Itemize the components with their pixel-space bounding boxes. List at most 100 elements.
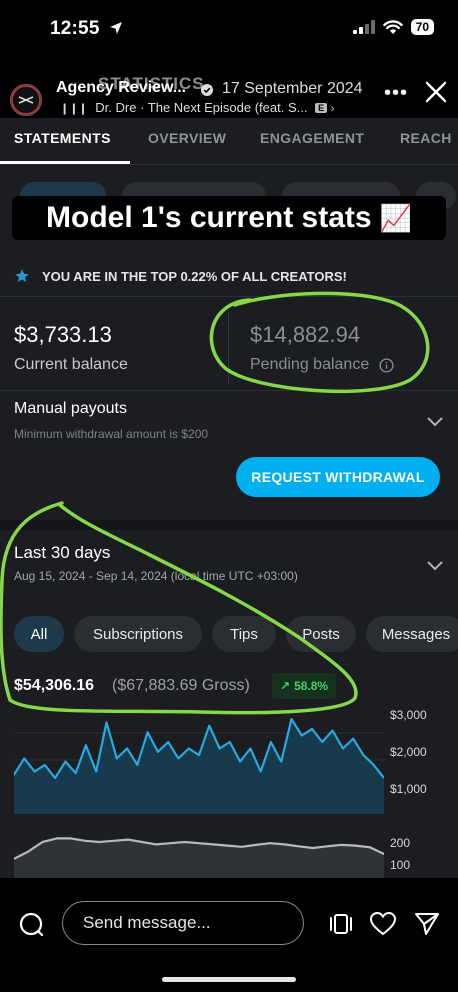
data-point: [187, 747, 190, 750]
data-point: [269, 842, 271, 844]
star-icon: [15, 269, 29, 282]
home-indicator: [162, 977, 296, 982]
music-title: Dr. Dre · The Next Episode (feat. S...: [95, 100, 308, 115]
data-point: [177, 757, 180, 760]
period-title[interactable]: Last 30 days: [14, 543, 110, 563]
data-point: [183, 841, 186, 843]
heart-icon: [370, 912, 396, 936]
story-text-overlay: Model 1's current stats 📈: [12, 196, 446, 240]
data-point: [297, 845, 300, 848]
tab-overview[interactable]: OVERVIEW: [148, 130, 226, 146]
manual-payouts-title[interactable]: Manual payouts: [14, 400, 127, 418]
balance-divider: [228, 312, 229, 384]
wifi-icon: [382, 19, 403, 34]
subscribers-chart: [14, 837, 384, 878]
story-music[interactable]: ❙❙❙ Dr. Dre · The Next Episode (feat. S.…: [60, 100, 334, 115]
camera-button[interactable]: [16, 909, 46, 939]
data-point: [27, 850, 30, 853]
filter-chip-messages[interactable]: Messages: [366, 616, 458, 652]
tab-reach[interactable]: REACH: [400, 130, 452, 146]
data-point: [169, 842, 172, 844]
data-point: [283, 843, 286, 846]
filter-chip-tips[interactable]: Tips: [212, 616, 276, 652]
music-bars-icon: ❙❙❙: [60, 103, 88, 115]
data-point: [208, 724, 211, 727]
data-point: [98, 841, 101, 843]
pending-balance-amount: $14,882.94: [250, 322, 361, 347]
data-point: [218, 747, 221, 750]
data-point: [157, 751, 159, 753]
data-point: [259, 770, 262, 773]
tab-engagement[interactable]: ENGAGEMENT: [260, 130, 364, 146]
y-tick-label: $1,000: [390, 782, 427, 796]
data-point: [372, 764, 375, 766]
story-username[interactable]: Agency Review...: [56, 79, 186, 97]
chevron-down-icon[interactable]: [426, 560, 444, 572]
data-point: [311, 728, 313, 730]
data-point: [44, 764, 46, 766]
data-point: [270, 741, 272, 743]
top-creators-text: YOU ARE IN THE TOP 0.22% OF ALL CREATORS…: [42, 268, 347, 284]
data-point: [354, 844, 357, 847]
divider: [0, 296, 458, 297]
data-point: [226, 844, 229, 847]
data-point: [84, 840, 86, 842]
status-indicators: 70: [352, 19, 434, 35]
data-point: [41, 841, 44, 843]
current-balance-label: Current balance: [14, 356, 128, 373]
divider: [0, 390, 458, 391]
data-point: [362, 754, 365, 756]
growth-value: 58.8%: [294, 679, 329, 693]
close-story-button[interactable]: [424, 80, 448, 109]
story-date: 17 September 2024: [222, 80, 363, 97]
data-point: [321, 741, 324, 743]
request-withdrawal-button[interactable]: REQUEST WITHDRAWAL: [236, 457, 440, 497]
explicit-badge: E: [315, 103, 328, 113]
data-point: [74, 772, 77, 774]
status-time-text: 12:55: [50, 18, 100, 39]
data-point: [326, 845, 328, 848]
trend-up-icon: ↗: [280, 679, 291, 693]
data-point: [70, 837, 72, 840]
data-point: [23, 757, 26, 760]
like-button[interactable]: [368, 909, 398, 939]
story-chain-button[interactable]: [326, 909, 356, 939]
filter-chip-subscriptions[interactable]: Subscriptions: [74, 616, 202, 652]
net-earnings: $54,306.16: [14, 677, 95, 694]
data-point: [239, 760, 241, 763]
data-point: [55, 837, 58, 840]
chevron-down-icon[interactable]: [426, 416, 444, 428]
pending-balance: $14,882.94 Pending balance: [250, 322, 394, 374]
share-button[interactable]: [412, 909, 442, 939]
filter-chip-all[interactable]: All: [14, 616, 64, 652]
y-tick-label: $2,000: [390, 745, 427, 759]
chevron-right-icon: ›: [330, 103, 335, 115]
data-point: [198, 842, 200, 844]
filter-chip-posts[interactable]: Posts: [286, 616, 356, 652]
send-message-input[interactable]: [62, 901, 304, 945]
data-point: [342, 747, 344, 750]
data-point: [115, 757, 118, 760]
data-point: [33, 770, 36, 773]
data-point: [167, 741, 169, 743]
data-point: [141, 841, 143, 843]
cellular-signal-icon: [352, 20, 375, 34]
earnings-chart: [14, 718, 384, 814]
search-bubble-icon: [19, 912, 44, 937]
data-point: [198, 754, 200, 756]
data-point: [212, 843, 215, 846]
manual-payouts-subtitle: Minimum withdrawal amount is $200: [14, 427, 209, 441]
tab-statements[interactable]: STATEMENTS: [14, 130, 111, 146]
data-point: [127, 838, 129, 841]
data-point: [112, 840, 115, 842]
data-point: [126, 747, 128, 750]
battery-indicator: 70: [410, 19, 434, 35]
section-separator: [0, 520, 458, 530]
more-options-icon[interactable]: •••: [384, 82, 408, 105]
status-time: 12:55: [50, 18, 123, 40]
current-balance-amount: $3,733.13: [14, 322, 112, 347]
current-balance: $3,733.13 Current balance: [14, 322, 128, 374]
avatar[interactable]: [10, 84, 42, 116]
info-icon[interactable]: [379, 357, 394, 373]
overlay-text: Model 1's current stats: [46, 201, 372, 234]
